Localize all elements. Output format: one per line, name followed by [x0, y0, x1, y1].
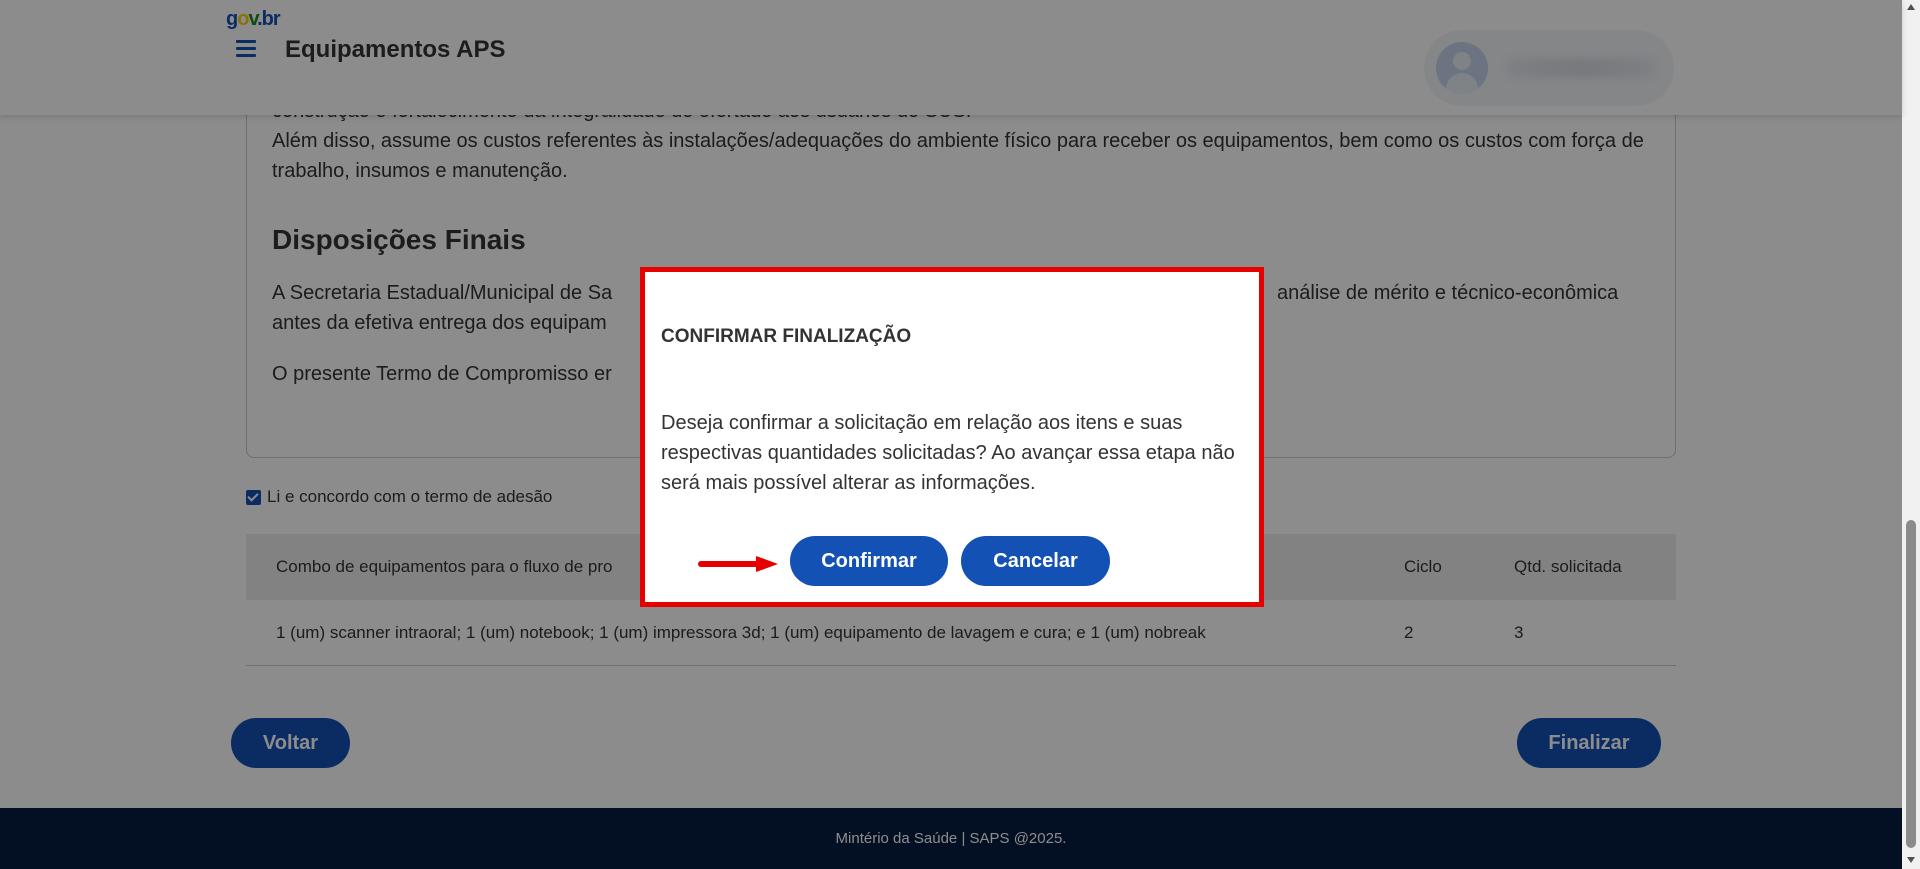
- scroll-thumb[interactable]: [1906, 520, 1916, 848]
- confirm-modal: CONFIRMAR FINALIZAÇÃO Deseja confirmar a…: [640, 267, 1264, 607]
- scroll-up-icon[interactable]: [1907, 4, 1915, 10]
- scroll-down-icon[interactable]: [1907, 857, 1915, 863]
- modal-title: CONFIRMAR FINALIZAÇÃO: [661, 326, 912, 347]
- modal-body: Deseja confirmar a solicitação em relaçã…: [661, 412, 1235, 494]
- cancel-button[interactable]: Cancelar: [961, 536, 1110, 586]
- arrow-right-icon: [698, 556, 778, 572]
- confirm-button[interactable]: Confirmar: [790, 536, 948, 586]
- page-scrollbar[interactable]: [1902, 0, 1920, 869]
